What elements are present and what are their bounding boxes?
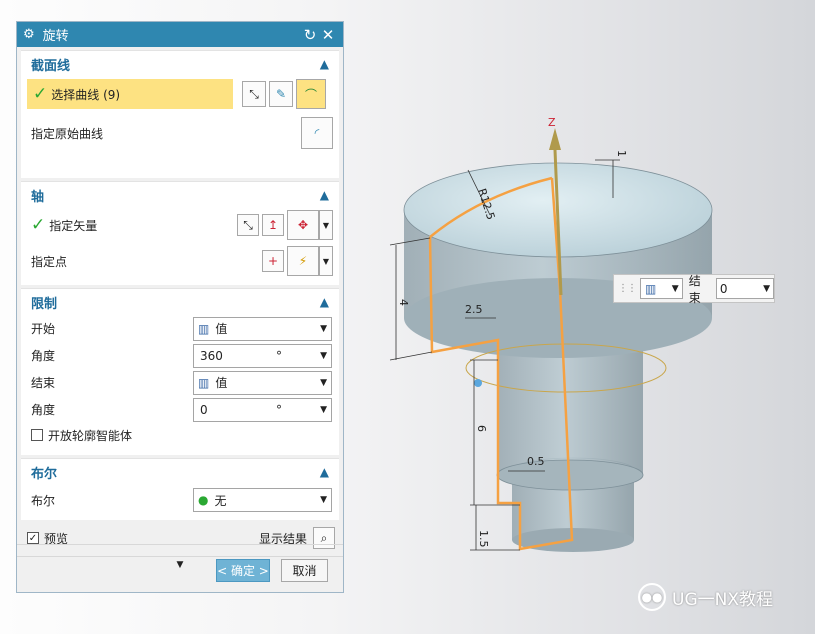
floating-end-label: 结束 <box>688 273 701 305</box>
collapse-chevron-icon[interactable]: ▲ <box>320 188 329 202</box>
dim-width-0-5: 0.5 <box>527 455 545 468</box>
section-limit-title: 限制 <box>31 296 58 312</box>
boolean-label: 布尔 <box>31 493 56 508</box>
dim-height-4: 4 <box>397 299 410 306</box>
preview-checkbox[interactable]: ✓ <box>27 532 39 544</box>
drag-handle-icon[interactable]: ⋮⋮ <box>618 283 637 294</box>
dim-height-6: 6 <box>475 425 488 432</box>
section-boolean: 布尔 ▲ 布尔 ● 无 ▼ <box>21 458 339 520</box>
angle-start-input[interactable]: 360 ° ▼ <box>193 343 332 368</box>
end-type-dropdown[interactable]: ▥ ▼ <box>640 278 683 299</box>
value-type-icon: ▥ <box>645 281 657 296</box>
middle-cylinder <box>496 340 644 491</box>
angle-start-label: 角度 <box>31 349 56 363</box>
collapse-chevron-icon[interactable]: ▲ <box>320 295 329 309</box>
svg-text:Z: Z <box>548 116 556 129</box>
section-limit: 限制 ▲ 开始 ▥ 值 ▼ 角度 360 ° ▼ 结束 ▥ 值 ▼ 角度 0 ° ▼ 开放轮廓智能… <box>21 288 339 455</box>
section-boolean-title: 布尔 <box>31 466 58 482</box>
point-dialog-icon[interactable]: + <box>262 250 284 272</box>
floating-end-input: ⋮⋮ ▥ ▼ 结束 0 ▼ <box>613 273 775 305</box>
dim-height-1-5: 1.5 <box>477 530 490 548</box>
boolean-none-icon: ● <box>198 493 209 507</box>
collapse-chevron-icon[interactable]: ▲ <box>320 57 329 71</box>
curve-rule-icon[interactable]: ⤡ <box>242 81 266 107</box>
cancel-button[interactable]: 取消 <box>281 559 328 582</box>
point-label: 指定点 <box>31 254 68 269</box>
check-icon: ✓ <box>31 215 46 235</box>
dialog-title: 旋转 <box>42 29 69 44</box>
dim-top: 1 <box>615 150 628 157</box>
end-dropdown[interactable]: ▥ 值 ▼ <box>193 370 332 395</box>
check-icon: ✓ <box>33 84 48 104</box>
point-type-icon[interactable]: ⚡ <box>287 246 319 276</box>
button-bar: < 确定 > 取消 <box>17 544 343 592</box>
curve-select-icon[interactable]: ⌒ <box>296 79 326 109</box>
wechat-logo-icon: ●● <box>638 583 666 611</box>
vector-dialog-icon[interactable]: ↥ <box>262 214 284 236</box>
watermark-text: UG一NX教程 <box>672 589 773 610</box>
start-dropdown[interactable]: ▥ 值 ▼ <box>193 316 332 341</box>
angle-end-input[interactable]: 0 ° ▼ <box>193 397 332 422</box>
section-axis-title: 轴 <box>31 189 45 205</box>
ok-button[interactable]: < 确定 > <box>216 559 270 582</box>
open-profile-checkbox[interactable] <box>31 429 43 441</box>
angle-end-label: 角度 <box>31 403 56 417</box>
watermark: ●● UG一NX教程 <box>638 583 773 611</box>
point-dropdown-icon[interactable]: ▼ <box>319 246 333 276</box>
origin-curve-label: 指定原始曲线 <box>31 126 104 141</box>
vector-type-icon[interactable]: ✥ <box>287 210 319 240</box>
point-marker[interactable] <box>474 379 482 387</box>
boolean-dropdown[interactable]: ● 无 ▼ <box>193 488 332 512</box>
vector-dropdown-icon[interactable]: ▼ <box>319 210 333 240</box>
reverse-direction-icon[interactable]: ⤡ <box>237 214 259 236</box>
dim-width-2-5: 2.5 <box>465 303 483 316</box>
section-curve-title: 截面线 <box>31 58 71 74</box>
dialog-titlebar: ⚙ 旋转 ↻ ✕ <box>17 22 343 47</box>
gear-icon[interactable]: ⚙ <box>23 27 35 42</box>
open-profile-label: 开放轮廓智能体 <box>48 428 133 443</box>
select-curve-label: 选择曲线 (9) <box>51 87 121 102</box>
section-curve: 截面线 ▲ ✓ 选择曲线 (9) ⤡ ✎ ⌒ 指定原始曲线 ◜ <box>21 50 339 178</box>
collapse-chevron-icon[interactable]: ▲ <box>320 465 329 479</box>
section-axis: 轴 ▲ ✓ 指定矢量 ⤡ ↥ ✥ ▼ 指定点 + ⚡ ▼ <box>21 181 339 285</box>
sketch-section-icon[interactable]: ✎ <box>269 81 293 107</box>
value-type-icon: ▥ <box>198 321 210 336</box>
floating-end-value[interactable]: 0 ▼ <box>715 278 774 299</box>
end-label: 结束 <box>31 376 56 390</box>
start-label: 开始 <box>31 322 56 336</box>
origin-curve-icon[interactable]: ◜ <box>301 117 333 149</box>
value-type-icon: ▥ <box>198 375 210 390</box>
select-curve-row[interactable]: ✓ 选择曲线 (9) <box>27 79 233 109</box>
close-icon[interactable]: ✕ <box>319 26 337 44</box>
reset-icon[interactable]: ↻ <box>301 26 319 44</box>
revolve-dialog: ⚙ 旋转 ↻ ✕ 截面线 ▲ ✓ 选择曲线 (9) ⤡ ✎ ⌒ 指定原始曲线 ◜ … <box>16 21 344 593</box>
vector-label: 指定矢量 <box>49 218 98 233</box>
